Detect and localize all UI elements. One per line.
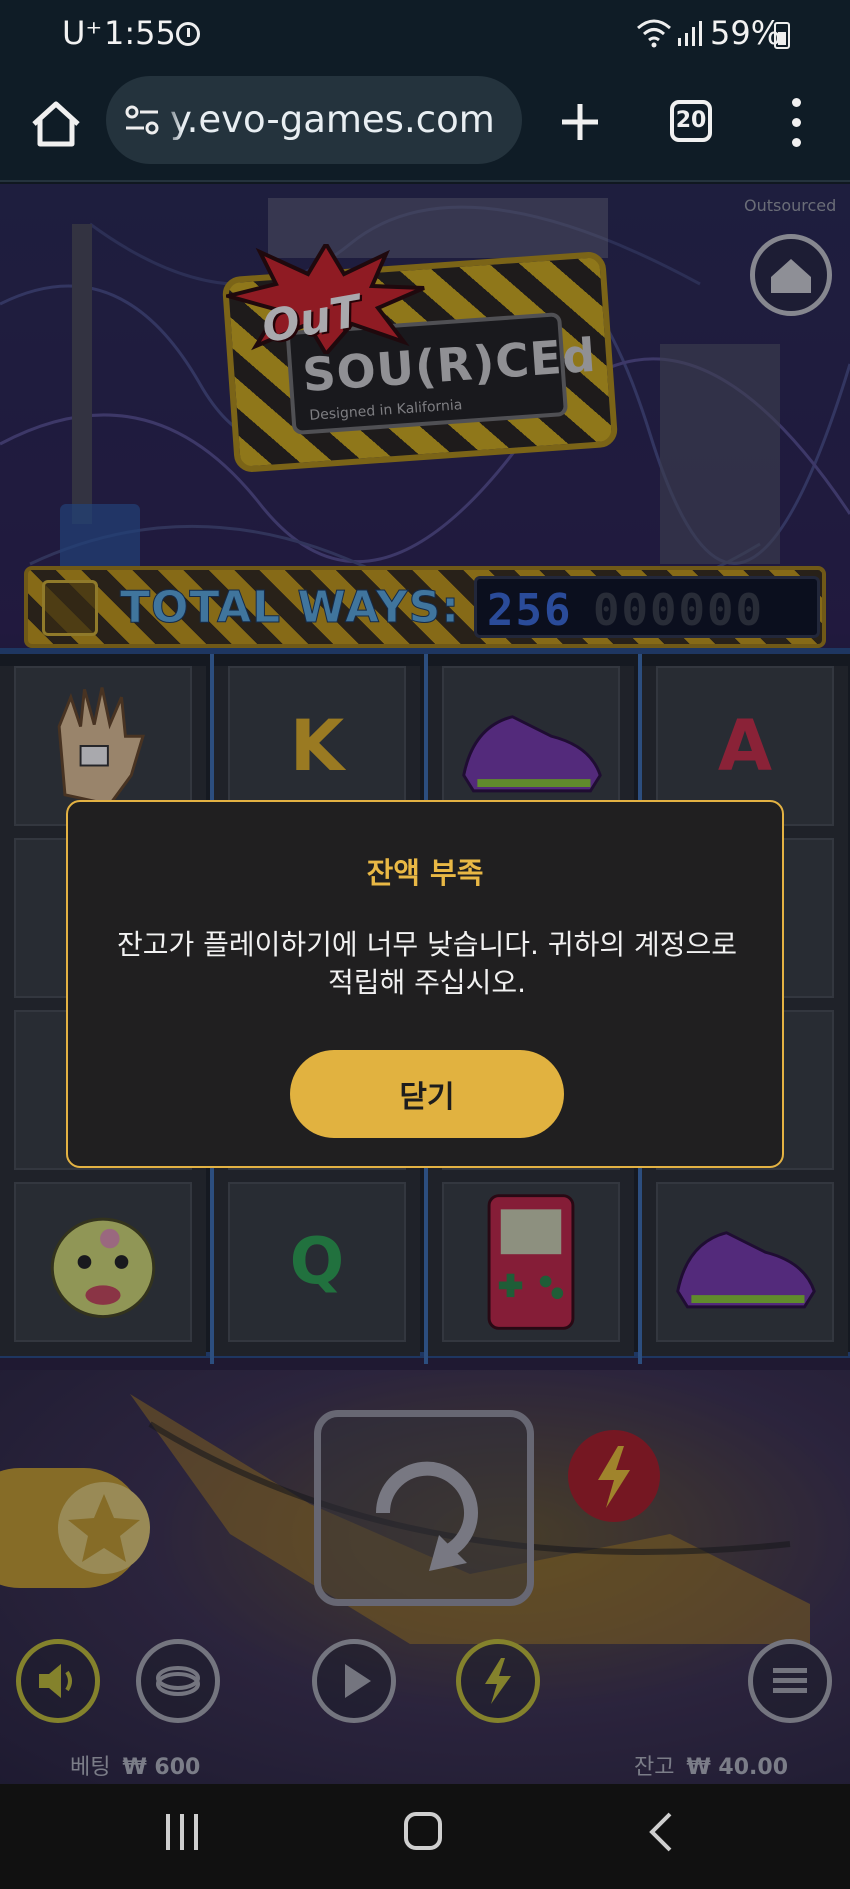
browser-toolbar: y.evo-games.com 20 bbox=[0, 68, 850, 182]
close-button[interactable]: 닫기 bbox=[290, 1050, 564, 1138]
battery-icon bbox=[774, 22, 790, 49]
home-icon[interactable] bbox=[28, 96, 84, 152]
carrier-label: U⁺ bbox=[62, 14, 103, 52]
more-options-icon[interactable] bbox=[780, 98, 812, 148]
system-home-icon[interactable] bbox=[404, 1812, 442, 1850]
dialog-message: 잔고가 플레이하기에 너무 낮습니다. 귀하의 계정으로 적립해 주십시오. bbox=[116, 928, 738, 999]
back-icon[interactable] bbox=[646, 1812, 676, 1852]
new-tab-icon[interactable] bbox=[556, 98, 604, 146]
alarm-icon bbox=[176, 22, 200, 46]
tab-switcher-button[interactable]: 20 bbox=[670, 100, 712, 142]
insufficient-funds-dialog: 잔액 부족 잔고가 플레이하기에 너무 낮습니다. 귀하의 계정으로 적립해 주… bbox=[66, 800, 784, 1168]
recent-apps-icon[interactable] bbox=[164, 1814, 204, 1852]
address-bar[interactable]: y.evo-games.com bbox=[106, 76, 522, 164]
system-nav-bar bbox=[0, 1784, 850, 1889]
wifi-icon bbox=[637, 19, 671, 48]
signal-icon bbox=[678, 21, 702, 46]
site-settings-icon[interactable] bbox=[124, 102, 160, 138]
dialog-title: 잔액 부족 bbox=[366, 856, 484, 890]
status-bar: U⁺ 1:55 59% bbox=[0, 0, 850, 68]
url-text[interactable]: y.evo-games.com bbox=[160, 92, 495, 144]
battery-percent: 59% bbox=[710, 14, 782, 52]
clock: 1:55 bbox=[104, 14, 176, 52]
